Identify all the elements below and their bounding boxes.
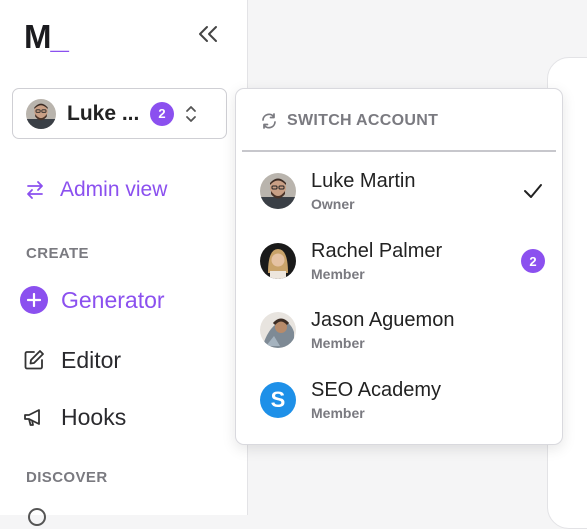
sidebar: M_ Luke ... 2 Admin view CREATE Generato… bbox=[0, 0, 248, 526]
current-account-avatar bbox=[26, 98, 56, 129]
current-account-name: Luke ... bbox=[67, 101, 140, 125]
nav-item-generator[interactable]: Generator bbox=[20, 286, 165, 314]
account-role: Member bbox=[311, 335, 365, 351]
dropdown-header: SWITCH ACCOUNT bbox=[260, 112, 438, 130]
notification-badge: 2 bbox=[150, 101, 174, 126]
divider bbox=[242, 150, 556, 152]
notification-badge: 2 bbox=[521, 249, 545, 273]
nav-item-label: Generator bbox=[61, 286, 165, 313]
account-item-luke-martin[interactable]: Luke Martin Owner bbox=[260, 165, 550, 217]
app-logo[interactable]: M_ bbox=[24, 18, 69, 56]
section-label-create: CREATE bbox=[26, 245, 89, 262]
avatar bbox=[260, 312, 296, 348]
chevron-up-down-icon bbox=[184, 104, 198, 124]
logo-cursor: _ bbox=[50, 18, 69, 55]
plus-circle-icon bbox=[20, 286, 48, 314]
nav-item-label: Editor bbox=[61, 346, 122, 373]
nav-item-hooks[interactable]: Hooks bbox=[20, 403, 126, 431]
account-switcher[interactable]: Luke ... 2 bbox=[12, 88, 227, 139]
megaphone-icon bbox=[20, 403, 48, 431]
account-name: Rachel Palmer bbox=[311, 240, 443, 262]
account-name: SEO Academy bbox=[311, 379, 442, 401]
account-role: Owner bbox=[311, 196, 355, 212]
seo-academy-logo: S bbox=[260, 382, 296, 418]
logo-letter: S bbox=[270, 387, 286, 412]
admin-view-label: Admin view bbox=[60, 178, 168, 201]
logo-letter: M bbox=[24, 18, 51, 55]
account-role: Member bbox=[311, 405, 365, 421]
edit-icon bbox=[20, 346, 48, 374]
account-item-seo-academy[interactable]: S SEO Academy Member bbox=[260, 374, 550, 426]
account-item-jason-aguemon[interactable]: Jason Aguemon Member bbox=[260, 304, 550, 356]
collapse-sidebar-button[interactable] bbox=[193, 20, 223, 48]
refresh-icon bbox=[262, 113, 276, 129]
search-icon bbox=[28, 508, 46, 526]
account-role: Member bbox=[311, 266, 365, 282]
account-name: Jason Aguemon bbox=[311, 309, 455, 331]
double-chevron-left-icon bbox=[199, 26, 217, 42]
avatar bbox=[260, 173, 296, 209]
nav-item-editor[interactable]: Editor bbox=[20, 346, 121, 374]
account-name: Luke Martin bbox=[311, 170, 416, 192]
admin-view-link[interactable]: Admin view bbox=[24, 178, 167, 202]
swap-arrows-icon bbox=[27, 181, 43, 199]
dropdown-title: SWITCH ACCOUNT bbox=[287, 112, 439, 129]
checkmark-icon bbox=[524, 184, 542, 198]
account-item-rachel-palmer[interactable]: Rachel Palmer Member 2 bbox=[260, 235, 550, 287]
section-label-discover: DISCOVER bbox=[26, 469, 108, 486]
switch-account-dropdown: SWITCH ACCOUNT Luke Martin Owner Rachel … bbox=[235, 88, 563, 445]
avatar bbox=[260, 243, 296, 279]
nav-item-label: Hooks bbox=[61, 403, 127, 430]
